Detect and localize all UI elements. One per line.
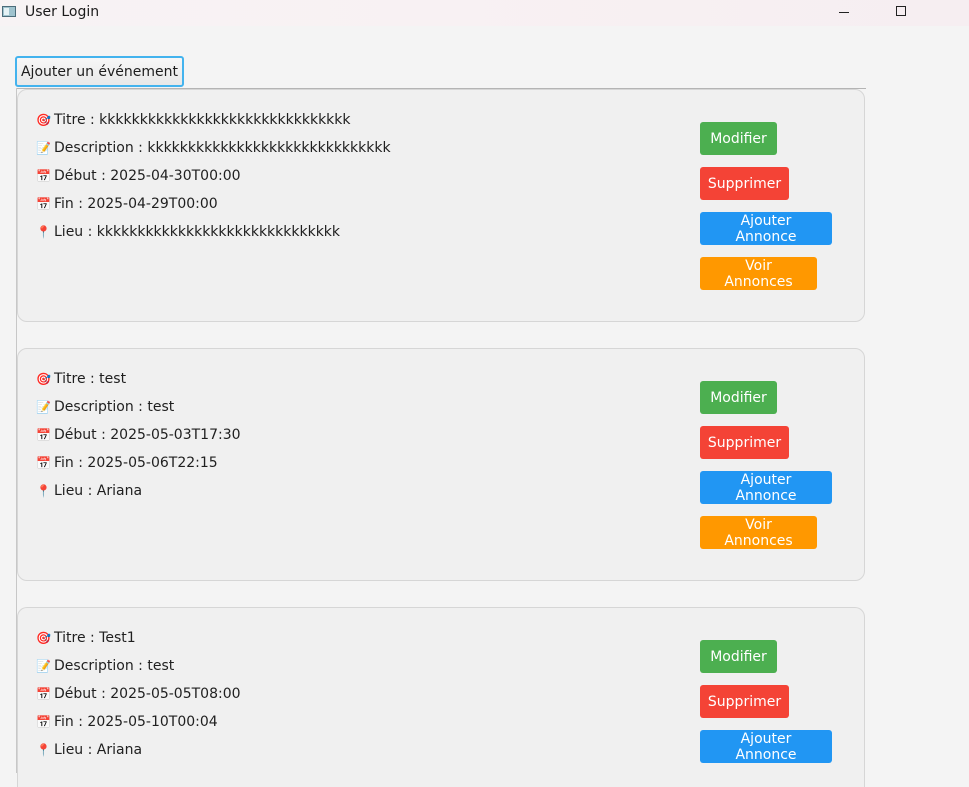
event-location-row: 📍 Lieu : kkkkkkkkkkkkkkkkkkkkkkkkkkkkkk (36, 222, 340, 242)
pin-icon: 📍 (36, 225, 51, 239)
event-title: Titre : kkkkkkkkkkkkkkkkkkkkkkkkkkkkkkk (54, 112, 351, 128)
event-title-row: 🎯 Titre : test (36, 369, 126, 389)
event-location: Lieu : kkkkkkkkkkkkkkkkkkkkkkkkkkkkkk (54, 224, 341, 240)
memo-icon: 📝 (36, 141, 51, 155)
calendar-icon: 📅 (36, 715, 51, 729)
event-card: 🎯 Titre : test 📝 Description : test 📅 Dé… (17, 348, 865, 581)
event-end: Fin : 2025-05-10T00:04 (54, 714, 218, 730)
view-announcements-button[interactable]: Voir Annonces (700, 516, 817, 549)
calendar-icon: 📅 (36, 169, 51, 183)
target-icon: 🎯 (36, 631, 51, 645)
calendar-icon: 📅 (36, 428, 51, 442)
event-location: Lieu : Ariana (54, 483, 143, 499)
add-announcement-button[interactable]: Ajouter Annonce (700, 730, 832, 763)
pin-icon: 📍 (36, 484, 51, 498)
event-title-row: 🎯 Titre : kkkkkkkkkkkkkkkkkkkkkkkkkkkkkk… (36, 110, 351, 130)
calendar-icon: 📅 (36, 197, 51, 211)
target-icon: 🎯 (36, 372, 51, 386)
event-end-row: 📅 Fin : 2025-05-10T00:04 (36, 712, 218, 732)
delete-button[interactable]: Supprimer (700, 167, 789, 200)
calendar-icon: 📅 (36, 456, 51, 470)
event-card: 🎯 Titre : Test1 📝 Description : test 📅 D… (17, 607, 865, 787)
event-start-row: 📅 Début : 2025-05-05T08:00 (36, 684, 241, 704)
event-end: Fin : 2025-05-06T22:15 (54, 455, 218, 471)
event-title: Titre : test (54, 371, 127, 387)
add-announcement-button[interactable]: Ajouter Annonce (700, 212, 832, 245)
target-icon: 🎯 (36, 113, 51, 127)
pin-icon: 📍 (36, 743, 51, 757)
delete-button[interactable]: Supprimer (700, 426, 789, 459)
event-title-row: 🎯 Titre : Test1 (36, 628, 136, 648)
event-card: 🎯 Titre : kkkkkkkkkkkkkkkkkkkkkkkkkkkkkk… (17, 89, 865, 322)
event-description-row: 📝 Description : test (36, 656, 174, 676)
event-end-row: 📅 Fin : 2025-04-29T00:00 (36, 194, 218, 214)
view-announcements-button[interactable]: Voir Annonces (700, 257, 817, 290)
maximize-icon[interactable] (879, 0, 925, 26)
window-title: User Login (25, 4, 100, 20)
event-description: Description : test (54, 399, 175, 415)
edit-button[interactable]: Modifier (700, 122, 777, 155)
calendar-icon: 📅 (36, 687, 51, 701)
event-start-row: 📅 Début : 2025-05-03T17:30 (36, 425, 241, 445)
event-description-row: 📝 Description : kkkkkkkkkkkkkkkkkkkkkkkk… (36, 138, 391, 158)
edit-button[interactable]: Modifier (700, 381, 777, 414)
event-description-row: 📝 Description : test (36, 397, 174, 417)
delete-button[interactable]: Supprimer (700, 685, 789, 718)
app-icon (2, 6, 16, 17)
event-description: Description : kkkkkkkkkkkkkkkkkkkkkkkkkk… (54, 140, 391, 156)
add-announcement-button[interactable]: Ajouter Annonce (700, 471, 832, 504)
event-start: Début : 2025-04-30T00:00 (54, 168, 241, 184)
memo-icon: 📝 (36, 659, 51, 673)
event-location-row: 📍 Lieu : Ariana (36, 481, 142, 501)
event-location-row: 📍 Lieu : Ariana (36, 740, 142, 760)
memo-icon: 📝 (36, 400, 51, 414)
add-event-button[interactable]: Ajouter un événement (15, 56, 184, 87)
event-description: Description : test (54, 658, 175, 674)
event-title: Titre : Test1 (54, 630, 136, 646)
event-end: Fin : 2025-04-29T00:00 (54, 196, 218, 212)
minimize-icon[interactable] (820, 0, 866, 26)
event-start: Début : 2025-05-03T17:30 (54, 427, 241, 443)
title-bar: User Login (0, 0, 969, 26)
event-end-row: 📅 Fin : 2025-05-06T22:15 (36, 453, 218, 473)
event-start-row: 📅 Début : 2025-04-30T00:00 (36, 166, 241, 186)
edit-button[interactable]: Modifier (700, 640, 777, 673)
event-location: Lieu : Ariana (54, 742, 143, 758)
event-start: Début : 2025-05-05T08:00 (54, 686, 241, 702)
